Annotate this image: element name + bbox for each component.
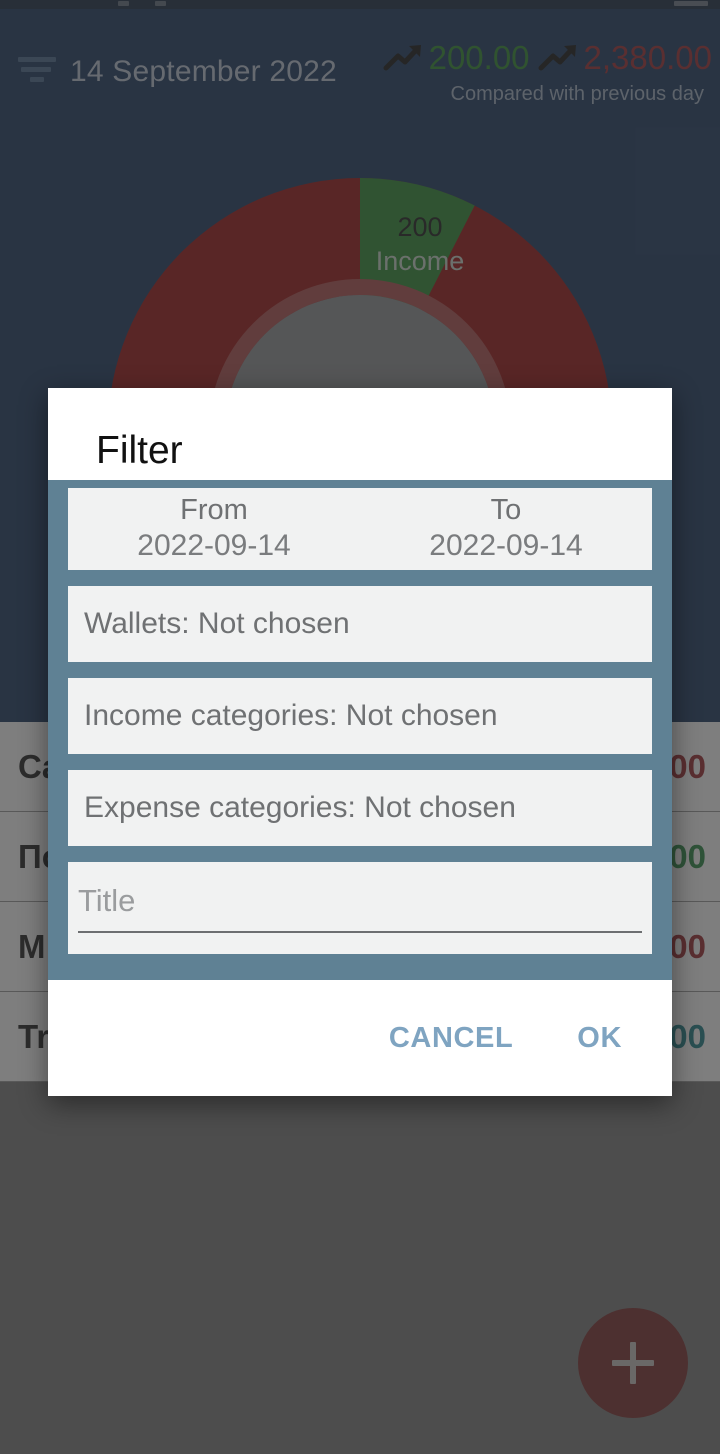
app-root: 14 September 2022 200.00	[0, 0, 720, 1454]
wallets-label: Wallets: Not chosen	[84, 607, 350, 640]
date-from-label: From	[180, 494, 248, 527]
date-from-value: 2022-09-14	[137, 529, 291, 563]
dialog-title: Filter	[96, 429, 183, 472]
cancel-button[interactable]: CANCEL	[387, 1016, 515, 1061]
dialog-body: From 2022-09-14 To 2022-09-14 Wallets: N…	[48, 480, 672, 980]
wallets-field[interactable]: Wallets: Not chosen	[68, 586, 652, 662]
dialog-actions: CANCEL OK	[48, 980, 672, 1096]
date-to-picker[interactable]: To 2022-09-14	[360, 493, 652, 565]
income-categories-label: Income categories: Not chosen	[84, 699, 498, 732]
dialog-header: Filter	[48, 388, 672, 480]
date-range-field: From 2022-09-14 To 2022-09-14	[68, 488, 652, 570]
title-field	[68, 862, 652, 954]
filter-dialog: Filter From 2022-09-14 To 2022-09-14 Wal…	[48, 388, 672, 1096]
date-to-label: To	[490, 494, 522, 527]
expense-categories-field[interactable]: Expense categories: Not chosen	[68, 770, 652, 846]
expense-categories-label: Expense categories: Not chosen	[84, 791, 516, 824]
date-from-picker[interactable]: From 2022-09-14	[68, 493, 360, 565]
ok-button[interactable]: OK	[575, 1016, 624, 1061]
title-input[interactable]	[78, 883, 642, 933]
income-categories-field[interactable]: Income categories: Not chosen	[68, 678, 652, 754]
date-to-value: 2022-09-14	[429, 529, 583, 563]
